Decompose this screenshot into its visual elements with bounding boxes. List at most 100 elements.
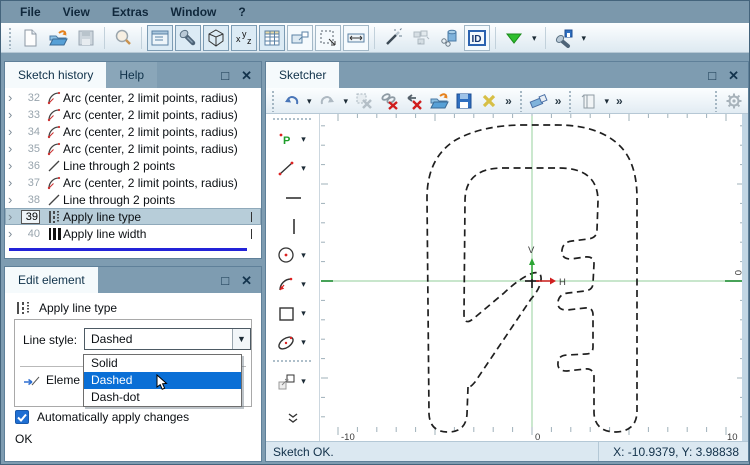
expand-chevron-icon[interactable]: › [8,210,21,223]
tab-sketcher[interactable]: Sketcher [266,62,340,88]
direction-dropdown-caret[interactable]: ▾ [529,25,540,51]
polyhedron-icon [208,28,224,47]
tool-dropdown-caret[interactable]: ▾ [298,368,309,394]
tab-sketch-history[interactable]: Sketch history [5,62,107,88]
coordinates-button[interactable]: xyz [231,24,257,51]
solid-view-button[interactable] [203,24,229,51]
cancel-button[interactable] [477,90,501,112]
horizontal-line-tool[interactable] [266,182,319,211]
dropdown-option-dash-dot[interactable]: Dash-dot [84,389,241,406]
unlink-button[interactable] [377,90,401,112]
menu-window[interactable]: Window [160,3,228,21]
history-row-35[interactable]: › 35 Arc (center, 2 limit points, radius) [5,140,261,157]
undo-button[interactable] [279,90,303,112]
expand-chevron-icon[interactable]: › [8,142,21,155]
ellipse-tool[interactable]: ▾ [266,327,319,356]
expand-chevron-icon[interactable]: › [8,176,21,189]
save-button[interactable] [73,25,99,51]
menu-help[interactable]: ? [227,3,256,21]
open-sketch-button[interactable] [427,90,451,112]
settings-button[interactable] [722,90,746,112]
close-icon[interactable]: ✕ [241,69,252,82]
history-row-32[interactable]: › 32 Arc (center, 2 limit points, radius) [5,89,261,106]
history-row-40[interactable]: › 40 Apply line width [5,225,261,242]
line-style-combobox[interactable]: Dashed ▼ [84,328,251,350]
menu-view[interactable]: View [52,3,101,21]
direction-button[interactable] [501,25,527,51]
history-row-39[interactable]: › 39 Apply line type [5,208,261,225]
eraser-button[interactable] [527,90,551,112]
notebook-button[interactable] [576,90,600,112]
history-row-33[interactable]: › 33 Arc (center, 2 limit points, radius) [5,106,261,123]
save-part-button[interactable] [551,25,577,51]
overflow-chevron-icon[interactable]: » [613,94,626,108]
save-icon [456,93,472,108]
measure-button[interactable] [343,24,369,51]
zoom-button[interactable] [110,25,136,51]
delete-selection-button[interactable] [352,90,376,112]
dropdown-option-solid[interactable]: Solid [84,355,241,372]
transform-tool[interactable]: ▾ [266,366,319,395]
new-document-button[interactable] [17,25,43,51]
analysis-button[interactable] [436,25,462,51]
wizard-button[interactable] [380,25,406,51]
delete-selection-icon [356,93,372,109]
more-tools-button[interactable] [266,403,319,432]
explode-button[interactable] [408,25,434,51]
data-table-button[interactable] [259,24,285,51]
save-sketch-button[interactable] [452,90,476,112]
line-tool[interactable]: ▾ [266,153,319,182]
expand-chevron-icon[interactable]: › [8,91,21,104]
auto-apply-checkbox[interactable] [15,410,29,424]
circle-tool[interactable]: ▾ [266,240,319,269]
combo-dropdown-button[interactable]: ▼ [232,329,250,349]
show-id-button[interactable]: ID [464,24,490,51]
menu-file[interactable]: File [9,3,52,21]
expand-chevron-icon[interactable]: › [8,108,21,121]
canvas-right-scrollbar[interactable] [742,114,748,443]
sketch-canvas[interactable]: V H -10 0 10 0 [321,114,744,443]
history-row-37[interactable]: › 37 Arc (center, 2 limit points, radius) [5,174,261,191]
sketcher-mode-button[interactable] [175,24,201,51]
tool-dropdown-caret[interactable]: ▾ [298,126,309,152]
redo-button[interactable] [316,90,340,112]
maximize-icon[interactable]: □ [221,274,229,287]
remove-reference-button[interactable] [402,90,426,112]
expand-chevron-icon[interactable]: › [8,125,21,138]
expand-chevron-icon[interactable]: › [8,193,21,206]
tool-dropdown-caret[interactable]: ▾ [298,242,309,268]
tool-dropdown-caret[interactable]: ▾ [298,271,309,297]
save-part-dropdown-caret[interactable]: ▾ [579,25,590,51]
close-icon[interactable]: ✕ [728,69,739,82]
rectangle-tool[interactable]: ▾ [266,298,319,327]
maximize-icon[interactable]: □ [221,69,229,82]
overflow-chevron-icon[interactable]: » [552,94,565,108]
close-icon[interactable]: ✕ [241,274,252,287]
strip-grip [272,117,313,121]
vertical-line-tool[interactable] [266,211,319,240]
history-row-34[interactable]: › 34 Arc (center, 2 limit points, radius) [5,123,261,140]
expand-chevron-icon[interactable]: › [8,227,21,240]
tool-dropdown-caret[interactable]: ▾ [298,329,309,355]
history-row-36[interactable]: › 36 Line through 2 points [5,157,261,174]
overflow-chevron-icon[interactable]: » [502,94,515,108]
history-row-number: 38 [27,193,40,206]
maximize-icon[interactable]: □ [708,69,716,82]
menu-extras[interactable]: Extras [101,3,160,21]
tool-dropdown-caret[interactable]: ▾ [298,300,309,326]
tab-edit-element[interactable]: Edit element [5,267,98,293]
toggle-panel-button[interactable] [147,24,173,51]
label-button[interactable] [287,24,313,51]
open-file-button[interactable] [45,25,71,51]
history-row-38[interactable]: › 38 Line through 2 points [5,191,261,208]
redo-dropdown-caret[interactable]: ▾ [341,88,352,114]
tab-help[interactable]: Help [106,62,158,88]
arc-tool[interactable]: ▾ [266,269,319,298]
notebook-dropdown-caret[interactable]: ▾ [601,88,612,114]
expand-chevron-icon[interactable]: › [8,159,21,172]
dropdown-option-dashed[interactable]: Dashed [84,372,241,390]
tool-dropdown-caret[interactable]: ▾ [298,155,309,181]
selection-button[interactable] [315,24,341,51]
point-tool[interactable]: P ▾ [266,124,319,153]
undo-dropdown-caret[interactable]: ▾ [304,88,315,114]
